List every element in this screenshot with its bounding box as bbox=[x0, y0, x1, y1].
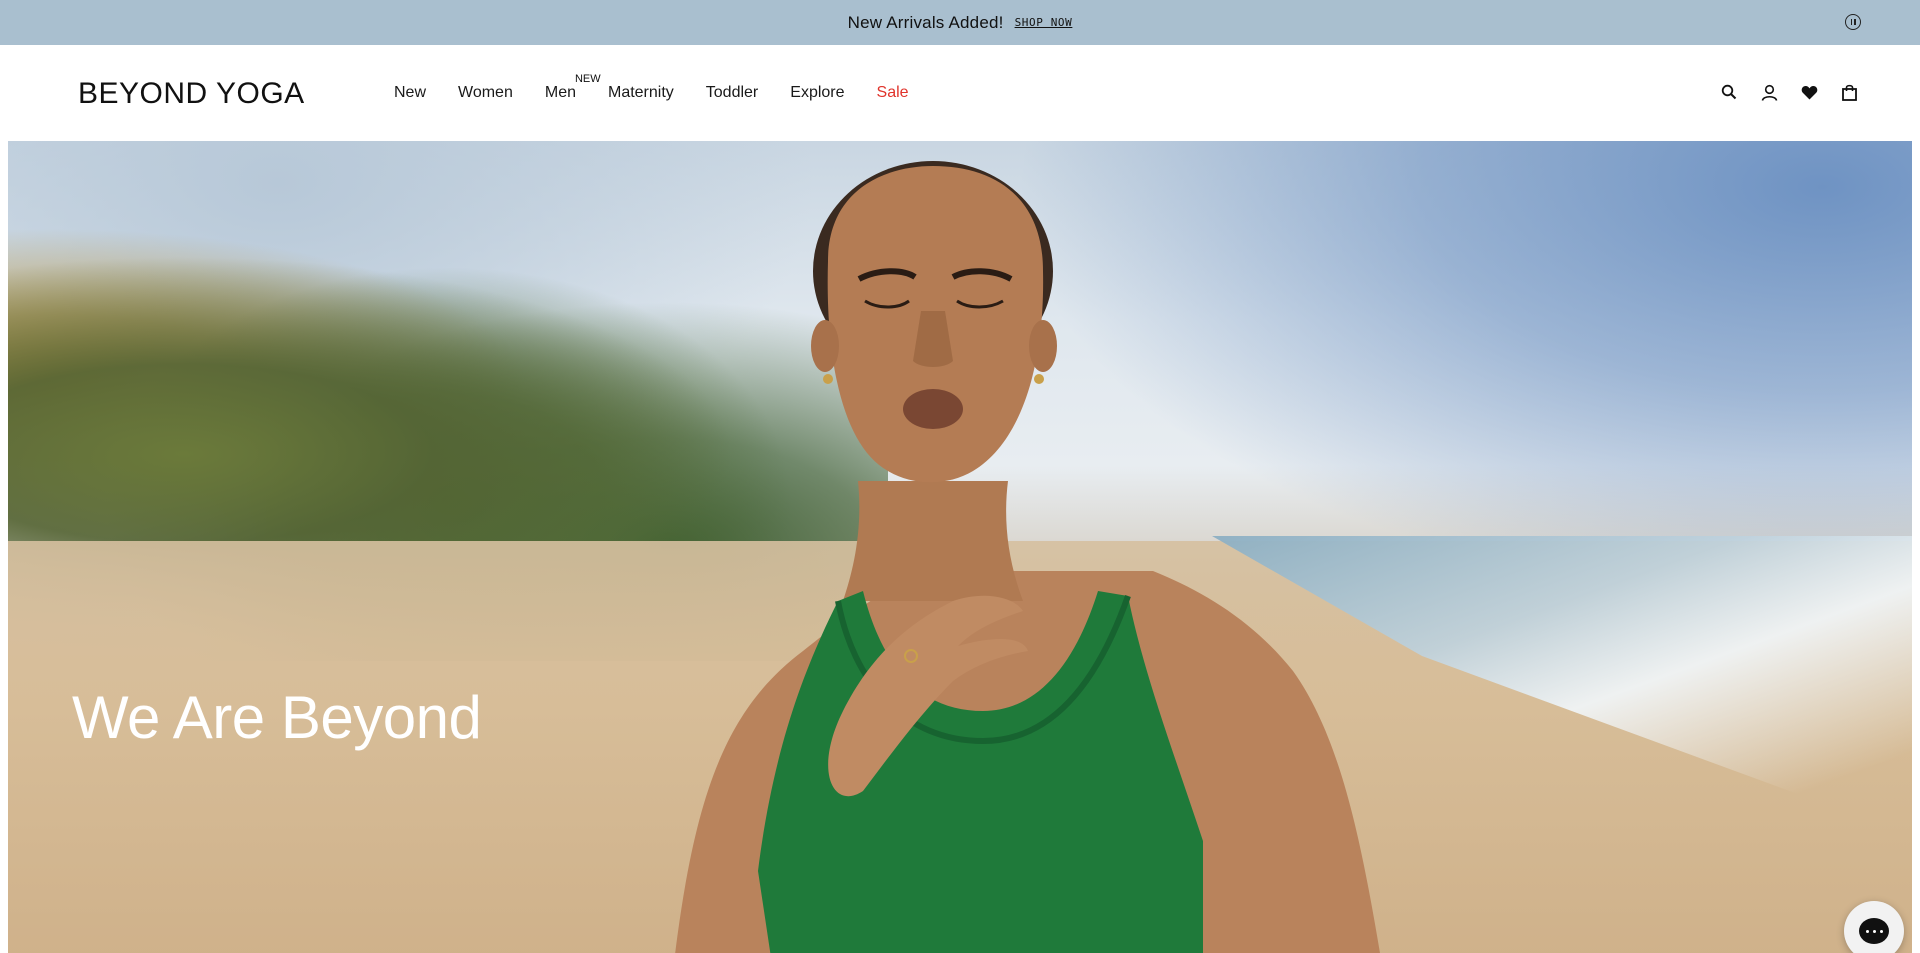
announcement-bar: New Arrivals Added! SHOP NOW bbox=[0, 0, 1920, 45]
nav-item-toddler[interactable]: Toddler bbox=[706, 84, 758, 102]
main-nav: New Women Men NEW Maternity Toddler Explo… bbox=[394, 73, 941, 102]
site-header: BEYOND YOGA New Women Men NEW Maternity T… bbox=[0, 45, 1920, 141]
heart-icon[interactable] bbox=[1800, 83, 1818, 101]
announcement-message: New Arrivals Added! bbox=[847, 12, 1004, 32]
nav-item-new[interactable]: New bbox=[394, 84, 426, 102]
chat-widget-button[interactable] bbox=[1844, 901, 1904, 953]
new-badge: NEW bbox=[574, 73, 601, 85]
nav-item-men-label: Men bbox=[544, 84, 576, 101]
logo[interactable]: BEYOND YOGA bbox=[78, 77, 305, 111]
header-icons bbox=[1720, 83, 1858, 101]
nav-item-women[interactable]: Women bbox=[458, 84, 513, 102]
search-icon[interactable] bbox=[1720, 83, 1738, 101]
hero-banner[interactable]: We Are Beyond bbox=[8, 141, 1912, 953]
nav-item-maternity[interactable]: Maternity bbox=[608, 84, 674, 102]
nav-item-explore[interactable]: Explore bbox=[790, 84, 844, 102]
nav-item-sale[interactable]: Sale bbox=[877, 84, 909, 102]
nav-item-men[interactable]: Men NEW bbox=[544, 73, 601, 102]
hero-title: We Are Beyond bbox=[72, 684, 482, 752]
chat-icon bbox=[1859, 918, 1889, 944]
account-icon[interactable] bbox=[1760, 83, 1778, 101]
shop-now-link[interactable]: SHOP NOW bbox=[1015, 16, 1073, 29]
pause-icon[interactable] bbox=[1845, 14, 1861, 30]
hero-model-image bbox=[675, 161, 1380, 953]
bag-icon[interactable] bbox=[1840, 83, 1858, 101]
